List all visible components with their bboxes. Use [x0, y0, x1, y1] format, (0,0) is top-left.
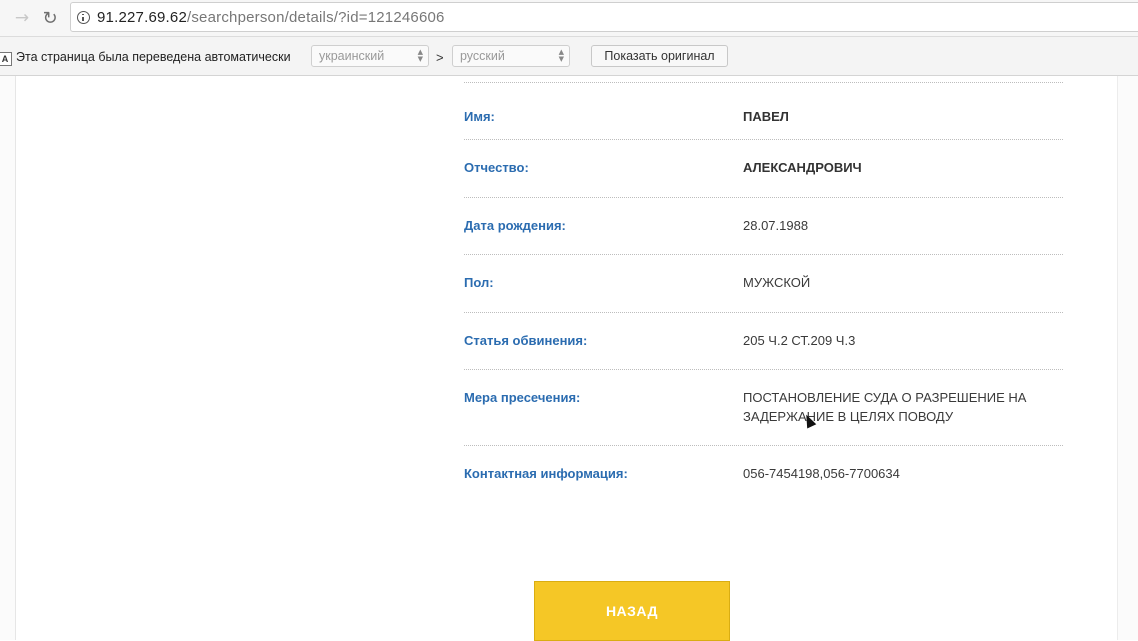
gender-value: МУЖСКОЙ: [743, 275, 811, 290]
person-details: Имя: ПАВЕЛ Отчество: АЛЕКСАНДРОВИЧ Дата …: [464, 76, 1063, 506]
url-text[interactable]: 91.227.69.62/searchperson/details/?id=12…: [97, 9, 445, 26]
detail-row-charge-article: Статья обвинения: 205 Ч.2 СТ.209 Ч.3: [464, 313, 1063, 370]
first-name-label: Имя:: [464, 109, 495, 124]
left-sidebar: [0, 76, 16, 640]
target-language-value: русский: [460, 49, 505, 63]
detail-row-first-name: Имя: ПАВЕЛ: [464, 83, 1063, 140]
detail-row-gender: Пол: МУЖСКОЙ: [464, 255, 1063, 313]
patronymic-value: АЛЕКСАНДРОВИЧ: [743, 160, 862, 175]
charge-article-value: 205 Ч.2 СТ.209 Ч.3: [743, 333, 856, 348]
language-separator: >: [436, 50, 444, 65]
select-arrows-icon: ▲ ▼: [558, 48, 564, 63]
translate-bar: A Эта страница была переведена автоматич…: [0, 37, 1138, 76]
url-path: /searchperson/details/?id=121246606: [186, 8, 445, 26]
birth-date-value: 28.07.1988: [743, 218, 809, 233]
detail-row-birth-date: Дата рождения: 28.07.1988: [464, 198, 1063, 255]
detail-row-contact: Контактная информация: 056-7454198,056-7…: [464, 446, 1063, 506]
reload-icon[interactable]: ↻: [38, 6, 62, 30]
select-arrows-icon: ▲ ▼: [417, 48, 423, 63]
first-name-value: ПАВЕЛ: [743, 109, 789, 124]
target-language-select[interactable]: русский ▲ ▼: [452, 45, 570, 67]
preventive-measure-value: ПОСТАНОВЛЕНИЕ СУДА О РАЗРЕШЕНИЕ НА ЗАДЕР…: [743, 390, 1027, 424]
show-original-button[interactable]: Показать оригинал: [591, 45, 728, 67]
birth-date-label: Дата рождения:: [464, 218, 566, 233]
right-gutter: [1117, 76, 1138, 640]
address-bar[interactable]: 91.227.69.62/searchperson/details/?id=12…: [70, 2, 1138, 32]
gender-label: Пол:: [464, 275, 494, 290]
patronymic-label: Отчество:: [464, 160, 529, 175]
source-language-select[interactable]: украинский ▲ ▼: [311, 45, 429, 67]
charge-article-label: Статья обвинения:: [464, 333, 588, 348]
source-language-value: украинский: [319, 49, 385, 63]
contact-value: 056-7454198,056-7700634: [743, 466, 900, 481]
back-button[interactable]: НАЗАД: [534, 581, 730, 641]
forward-arrow-icon[interactable]: →: [10, 6, 34, 30]
url-host: 91.227.69.62: [97, 8, 187, 26]
translate-message: Эта страница была переведена автоматичес…: [16, 50, 291, 64]
translate-icon: A: [0, 52, 12, 66]
detail-row-preventive-measure: Мера пресечения: ПОСТАНОВЛЕНИЕ СУДА О РА…: [464, 370, 1063, 446]
detail-row-patronymic: Отчество: АЛЕКСАНДРОВИЧ: [464, 140, 1063, 198]
browser-toolbar: → ↻ 91.227.69.62/searchperson/details/?i…: [0, 0, 1138, 37]
preventive-measure-label: Мера пресечения:: [464, 390, 581, 405]
page-content: Имя: ПАВЕЛ Отчество: АЛЕКСАНДРОВИЧ Дата …: [0, 76, 1138, 641]
contact-label: Контактная информация:: [464, 466, 628, 481]
info-icon[interactable]: [77, 10, 90, 24]
